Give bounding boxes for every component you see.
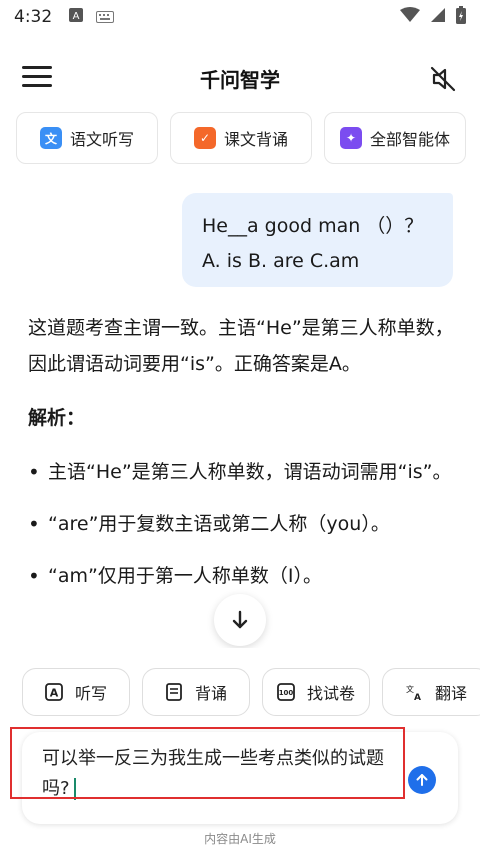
book-icon <box>166 683 182 701</box>
user-message-line: A. is B. are C.am <box>202 250 360 272</box>
svg-text:A: A <box>50 687 59 700</box>
quick-action-label: 课文背诵 <box>223 130 288 149</box>
signal-icon <box>430 7 446 27</box>
battery-icon <box>456 6 466 28</box>
tool-label: 背诵 <box>194 684 227 703</box>
keyboard-icon <box>96 8 115 27</box>
exam-paper-icon: 100 <box>277 683 295 701</box>
tool-find-exam-button[interactable]: 100 找试卷 <box>262 668 370 716</box>
wifi-icon <box>400 7 420 27</box>
bullet-icon: • <box>28 564 40 588</box>
answer-intro: 这道题考查主谓一致。主语“He”是第三人称单数，因此谓语动词要用“is”。正确答… <box>28 317 454 375</box>
quick-action-chinese-dictation[interactable]: 文 语文听写 <box>16 112 158 164</box>
bullet-text: 主语“He”是第三人称单数，谓语动词需用“is”。 <box>48 461 452 483</box>
tool-translate-button[interactable]: 文A 翻译 <box>382 668 480 716</box>
quick-action-text-recitation[interactable]: ✓ 课文背诵 <box>170 112 312 164</box>
mute-icon[interactable] <box>428 64 458 94</box>
ai-agents-icon: ✦ <box>339 127 362 149</box>
tool-label: 翻译 <box>434 684 467 703</box>
svg-text:文: 文 <box>406 684 414 694</box>
status-time: 4:32 <box>14 7 53 27</box>
svg-text:A: A <box>414 693 421 701</box>
tool-label: 听写 <box>74 684 107 703</box>
tool-recite-button[interactable]: 背诵 <box>142 668 250 716</box>
send-button[interactable] <box>408 766 436 794</box>
app-header: 千问智学 <box>0 52 480 104</box>
tool-row: A 听写 背诵 100 找试卷 文A 翻译 <box>22 668 480 716</box>
list-item: • “are”用于复数主语或第二人称（you）。 <box>28 506 458 542</box>
list-item: • “am”仅用于第一人称单数（I）。 <box>28 558 458 594</box>
tool-dictation-button[interactable]: A 听写 <box>22 668 130 716</box>
quick-action-label: 全部智能体 <box>369 130 450 149</box>
svg-text:100: 100 <box>279 689 294 697</box>
bullet-text: “am”仅用于第一人称单数（I）。 <box>48 565 322 587</box>
status-bar: 4:32 A <box>0 0 480 34</box>
bullet-text: “are”用于复数主语或第二人称（you）。 <box>48 513 390 535</box>
highlight-annotation <box>10 727 405 799</box>
quick-action-label: 语文听写 <box>69 130 134 149</box>
translate-icon: 文A <box>406 684 421 701</box>
arrow-up-icon <box>416 774 428 786</box>
user-message-bubble: He__a good man （）？ A. is B. are C.am <box>182 193 453 287</box>
scroll-to-bottom-button[interactable] <box>214 594 266 646</box>
app-notification-icon: A <box>68 7 84 27</box>
dictation-icon: A <box>45 683 63 701</box>
ai-answer: 这道题考查主谓一致。主语“He”是第三人称单数，因此谓语动词要用“is”。正确答… <box>28 310 458 610</box>
bullet-icon: • <box>28 460 40 484</box>
bullet-icon: • <box>28 512 40 536</box>
quick-action-all-agents[interactable]: ✦ 全部智能体 <box>324 112 466 164</box>
arrow-down-icon <box>232 610 248 629</box>
recite-icon: ✓ <box>193 127 216 149</box>
user-message-line: He__a good man （）？ <box>202 215 424 237</box>
ai-disclaimer: 内容由AI生成 <box>204 832 276 846</box>
list-item: • 主语“He”是第三人称单数，谓语动词需用“is”。 <box>28 454 458 490</box>
chinese-dictation-icon: 文 <box>39 127 62 149</box>
tool-label: 找试卷 <box>306 684 355 703</box>
page-title: 千问智学 <box>200 68 280 92</box>
svg-text:A: A <box>73 11 80 22</box>
analysis-heading: 解析： <box>28 407 86 429</box>
quick-actions: 文 语文听写 ✓ 课文背诵 ✦ 全部智能体 <box>16 112 466 164</box>
